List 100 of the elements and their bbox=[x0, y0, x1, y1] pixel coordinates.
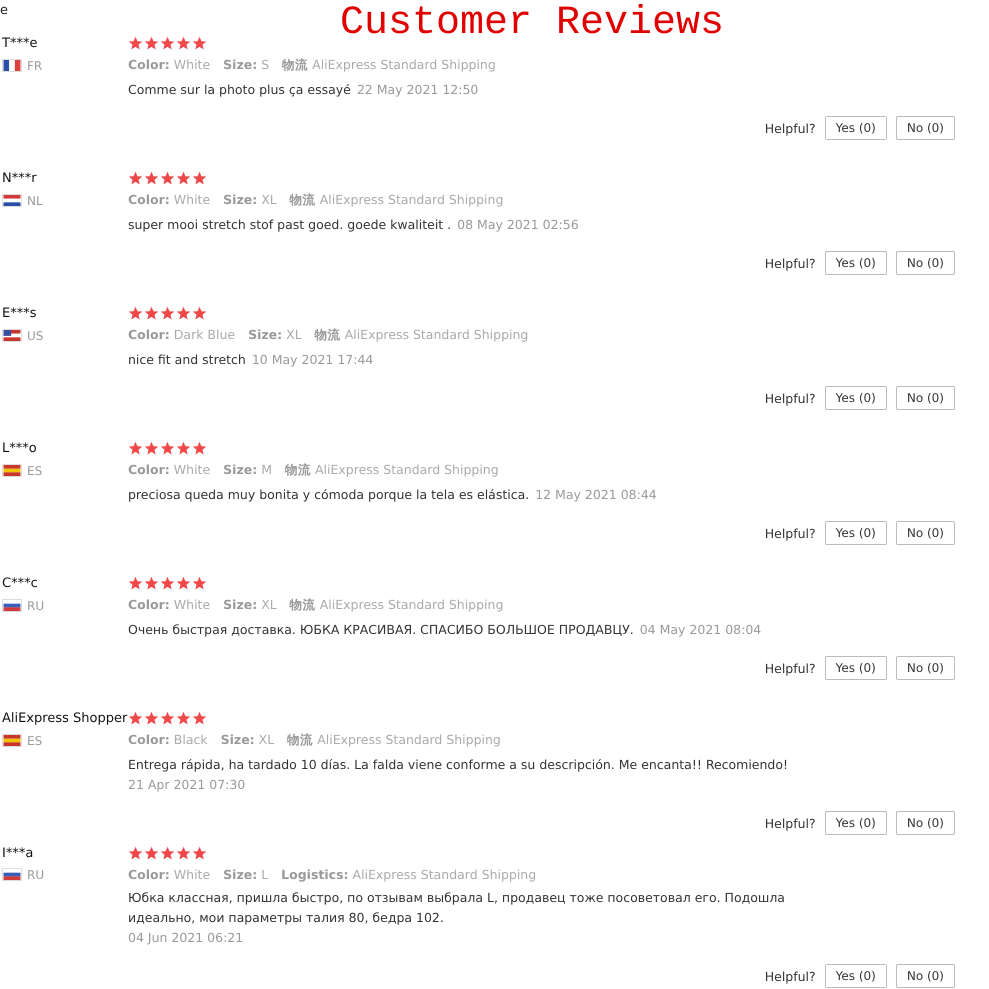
helpful-label: Helpful? bbox=[764, 120, 816, 136]
attribute-value: Black bbox=[174, 732, 208, 747]
star-icon bbox=[160, 576, 175, 591]
no-button[interactable]: No (0) bbox=[896, 116, 955, 140]
cut-off-text: e bbox=[0, 3, 8, 18]
helpful-label: Helpful? bbox=[764, 526, 816, 540]
attribute-label: 物流 bbox=[290, 597, 316, 612]
attribute-label: Logistics: bbox=[281, 867, 349, 882]
attribute-value: XL bbox=[261, 597, 277, 612]
reviewer-name: L***o bbox=[2, 441, 38, 456]
attribute-value: White bbox=[174, 597, 210, 612]
star-icon bbox=[144, 171, 159, 186]
star-icon bbox=[192, 441, 207, 456]
attribute-label: 物流 bbox=[282, 57, 308, 72]
star-icon bbox=[160, 846, 175, 861]
attribute-value: L bbox=[261, 867, 268, 882]
attribute-value: Dark Blue bbox=[174, 327, 236, 342]
country-code: RU bbox=[27, 598, 44, 612]
flag-icon bbox=[2, 868, 22, 881]
reviewer-name: E***s bbox=[2, 306, 38, 321]
reviewer-name: I***a bbox=[2, 846, 34, 861]
attribute-value: S bbox=[261, 57, 270, 72]
star-icon bbox=[160, 711, 175, 726]
attribute-label: Color: bbox=[128, 732, 170, 747]
attribute-label: 物流 bbox=[314, 327, 341, 342]
star-icon bbox=[192, 846, 207, 861]
attribute-label: Color: bbox=[128, 327, 170, 342]
star-icon bbox=[160, 36, 175, 51]
helpful-label: Helpful? bbox=[764, 390, 816, 406]
yes-button[interactable]: Yes (0) bbox=[824, 656, 887, 680]
country-code: ES bbox=[27, 464, 42, 478]
no-button[interactable]: No (0) bbox=[896, 386, 955, 410]
star-icon bbox=[176, 36, 191, 51]
review-date: 22 May 2021 12:50 bbox=[356, 81, 478, 99]
attribute-value: AliExpress Standard Shipping bbox=[312, 57, 496, 72]
reviewer-name: T***e bbox=[2, 36, 38, 51]
attribute-label: Size: bbox=[223, 192, 258, 207]
attribute-value: AliExpress Standard Shipping bbox=[352, 867, 536, 882]
country-code: RU bbox=[27, 868, 44, 882]
reviewer-name: C***c bbox=[2, 576, 39, 591]
star-icon bbox=[176, 846, 191, 861]
yes-button[interactable]: Yes (0) bbox=[824, 521, 887, 545]
star-icon bbox=[160, 441, 175, 456]
attribute-label: Color: bbox=[128, 597, 170, 612]
attribute-value: White bbox=[174, 57, 210, 72]
attribute-label: Color: bbox=[128, 867, 170, 882]
helpful-label: Helpful? bbox=[764, 660, 816, 676]
star-icon bbox=[128, 441, 143, 456]
no-button[interactable]: No (0) bbox=[896, 811, 955, 835]
star-icon bbox=[128, 711, 143, 726]
star-icon bbox=[176, 576, 191, 591]
flag-icon bbox=[2, 599, 22, 612]
page-title: Customer Reviews bbox=[340, 2, 724, 46]
star-icon bbox=[192, 576, 207, 591]
attribute-value: AliExpress Standard Shipping bbox=[317, 732, 501, 747]
review-date: 08 May 2021 02:56 bbox=[457, 216, 579, 234]
star-icon bbox=[144, 846, 159, 861]
star-icon bbox=[144, 306, 159, 321]
helpful-label: Helpful? bbox=[764, 968, 816, 984]
star-icon bbox=[192, 171, 207, 186]
yes-button[interactable]: Yes (0) bbox=[824, 386, 887, 410]
review-text: nice fit and stretch bbox=[128, 351, 246, 369]
no-button[interactable]: No (0) bbox=[896, 964, 955, 988]
no-button[interactable]: No (0) bbox=[896, 521, 955, 545]
star-icon bbox=[160, 171, 175, 186]
helpful-label: Helpful? bbox=[764, 256, 816, 270]
attribute-value: AliExpress Standard Shipping bbox=[320, 192, 504, 207]
attribute-label: Color: bbox=[128, 462, 170, 477]
star-icon bbox=[176, 441, 191, 456]
yes-button[interactable]: Yes (0) bbox=[824, 811, 887, 835]
star-icon bbox=[144, 711, 159, 726]
country-code: FR bbox=[27, 58, 42, 72]
attribute-value: AliExpress Standard Shipping bbox=[344, 327, 528, 342]
attribute-label: Color: bbox=[128, 57, 170, 72]
attribute-value: M bbox=[261, 462, 272, 477]
yes-button[interactable]: Yes (0) bbox=[824, 116, 887, 140]
star-icon bbox=[160, 306, 175, 321]
review-date: 04 May 2021 08:04 bbox=[640, 621, 762, 639]
attribute-label: 物流 bbox=[285, 462, 311, 477]
review-text: preciosa queda muy bonita y cómoda porque la tela es elástica. bbox=[128, 486, 530, 504]
star-icon bbox=[144, 576, 159, 591]
attribute-label: Size: bbox=[223, 597, 258, 612]
country-code: US bbox=[27, 328, 44, 342]
reviewer-name: AliExpress Shopper bbox=[2, 711, 128, 726]
reviewer-name: N***r bbox=[2, 171, 38, 186]
review-date: 04 Jun 2021 06:21 bbox=[128, 929, 244, 947]
review-text: Entrega rápida, ha tardado 10 días. La falda viene conforme a su descripción. Me encanta!! Recomiendo! bbox=[128, 756, 788, 774]
review-text: super mooi stretch stof past goed. goede kwaliteit . bbox=[128, 216, 452, 234]
star-icon bbox=[128, 576, 143, 591]
attribute-value: AliExpress Standard Shipping bbox=[315, 462, 499, 477]
yes-button[interactable]: Yes (0) bbox=[824, 964, 887, 988]
no-button[interactable]: No (0) bbox=[896, 251, 955, 275]
attribute-value: XL bbox=[261, 192, 277, 207]
attribute-label: Color: bbox=[128, 192, 170, 207]
no-button[interactable]: No (0) bbox=[896, 656, 955, 680]
country-code: NL bbox=[27, 194, 43, 208]
yes-button[interactable]: Yes (0) bbox=[824, 251, 887, 275]
review-date: 12 May 2021 08:44 bbox=[535, 486, 657, 504]
attribute-label: Size: bbox=[223, 462, 258, 477]
review-date: 10 May 2021 17:44 bbox=[252, 351, 374, 369]
